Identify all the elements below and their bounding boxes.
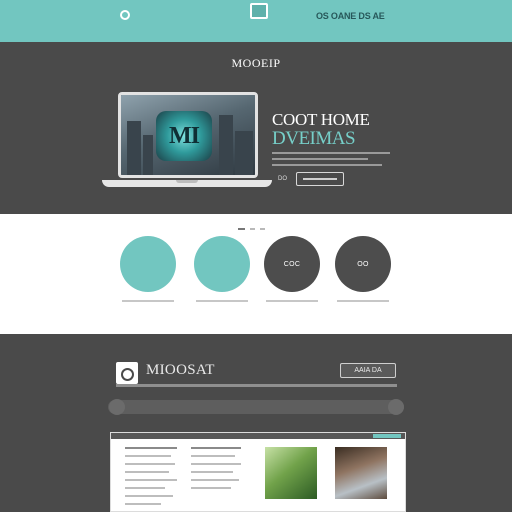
card-header [111, 433, 405, 439]
section-title: MIOOSAT [146, 362, 215, 378]
section-divider [116, 384, 397, 387]
interior-image[interactable] [335, 447, 387, 499]
filter-bar [108, 399, 404, 415]
top-bar: OS OANE DS AE [0, 0, 512, 42]
carousel-dots[interactable] [238, 228, 265, 230]
card-text-line [191, 455, 235, 457]
card-text-line [191, 463, 241, 465]
hero-headline: COOT HOME [272, 110, 370, 129]
square-icon[interactable] [250, 3, 268, 19]
card-tab[interactable] [373, 434, 401, 438]
preview-card [110, 432, 406, 512]
building-shape [235, 131, 253, 175]
hero-cta-button[interactable] [296, 172, 344, 186]
feature-caption [182, 300, 262, 306]
card-heading-line [191, 447, 241, 449]
building-shape [143, 135, 153, 175]
feature-circle-3[interactable]: COC [264, 236, 320, 292]
hero-text-line [272, 164, 382, 166]
feature-circle-1[interactable] [120, 236, 176, 292]
card-heading-line [125, 447, 177, 449]
hero-text-line [272, 152, 390, 154]
prev-icon[interactable] [109, 399, 125, 415]
next-icon[interactable] [388, 399, 404, 415]
laptop-base [102, 180, 272, 187]
building-shape [127, 121, 141, 175]
card-text-line [125, 503, 161, 505]
card-text-line [125, 487, 165, 489]
camera-logo-icon [116, 362, 138, 384]
feature-circle-label: COC [283, 260, 301, 268]
circle-logo-icon[interactable] [120, 10, 130, 20]
hero-section: MOOEIP MI COOT HOME DVEIMAS DO [0, 42, 512, 214]
forest-image[interactable] [265, 447, 317, 499]
feature-circle-label: OO [357, 260, 369, 268]
feature-circle-2[interactable] [194, 236, 250, 292]
hero-small-label: DO [278, 176, 287, 182]
laptop-screen-image: MI [118, 92, 258, 178]
card-text-line [125, 463, 175, 465]
card-text-line [125, 479, 177, 481]
feature-caption [252, 300, 332, 306]
showcase-section: MIOOSAT AAIA DA [0, 334, 512, 512]
features-section: COC OO [0, 214, 512, 334]
section-action-button[interactable]: AAIA DA [340, 363, 396, 378]
page: OS OANE DS AE MOOEIP MI COOT HOME DVEIMA… [0, 0, 512, 512]
building-shape [219, 115, 233, 175]
brand-name: MOOEIP [231, 56, 281, 70]
card-text-line [125, 471, 169, 473]
card-text-line [125, 455, 171, 457]
card-text-line [125, 495, 173, 497]
screen-emblem: MI [156, 111, 212, 161]
feature-circle-4[interactable]: OO [335, 236, 391, 292]
cta-label [303, 178, 337, 180]
feature-caption [108, 300, 188, 306]
card-text-line [191, 479, 239, 481]
hero-text-line [272, 158, 368, 160]
card-text-line [191, 487, 231, 489]
feature-caption [323, 300, 403, 306]
hero-subheadline: DVEIMAS [272, 128, 356, 149]
card-text-line [191, 471, 233, 473]
nav-link[interactable]: OS OANE DS AE [316, 11, 385, 21]
